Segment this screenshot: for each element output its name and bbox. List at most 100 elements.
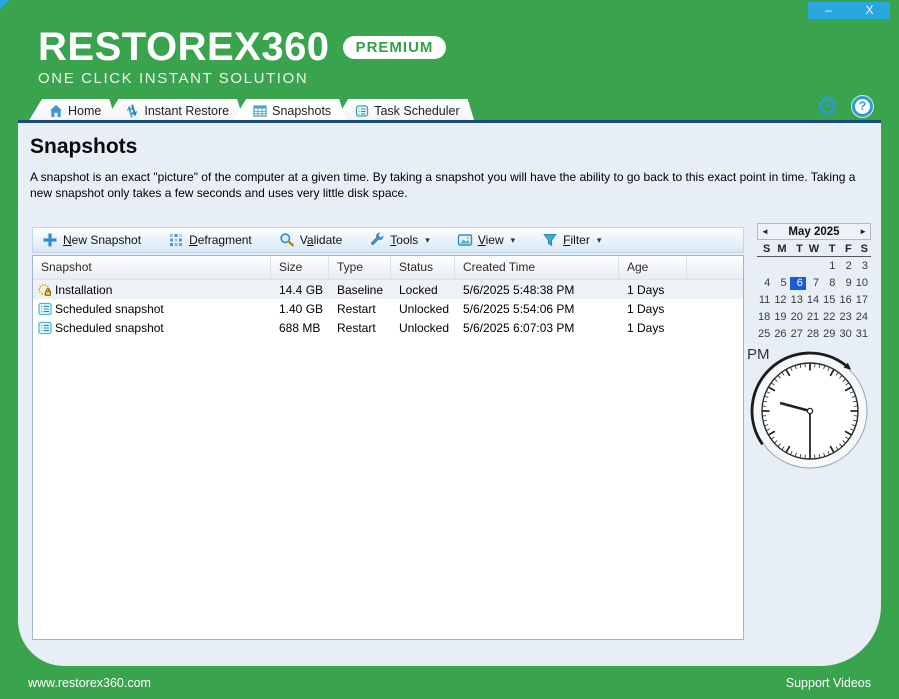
snapshot-name: Scheduled snapshot — [55, 321, 164, 335]
calendar-day-7[interactable]: 7 — [806, 277, 822, 290]
tab-snapshots[interactable]: Snapshots — [232, 99, 346, 122]
close-button[interactable]: X — [849, 2, 890, 19]
calendar-day-8[interactable]: 8 — [822, 277, 838, 290]
calendar-day-16[interactable]: 16 — [838, 294, 854, 307]
calendar-day-26[interactable]: 26 — [773, 328, 789, 341]
column-header-status[interactable]: Status — [391, 256, 455, 279]
tools-button[interactable]: Tools▾ — [369, 232, 430, 248]
filter-button[interactable]: Filter▾ — [542, 232, 601, 248]
website-link[interactable]: www.restorex360.com — [28, 676, 151, 690]
table-row[interactable]: Scheduled snapshot1.40 GBRestartUnlocked… — [33, 299, 743, 318]
snapshot-created-time: 5/6/2025 5:54:06 PM — [455, 302, 619, 316]
calendar-prev-button[interactable]: ◄ — [761, 227, 769, 236]
calendar-day-19[interactable]: 19 — [773, 311, 789, 324]
calendar-day-2[interactable]: 2 — [838, 260, 854, 273]
premium-badge: PREMIUM — [343, 36, 447, 59]
calendar-header: ◄ May 2025 ► — [757, 223, 871, 240]
calendar-day-12[interactable]: 12 — [773, 294, 789, 307]
calendar-day-10[interactable]: 10 — [855, 277, 871, 290]
snapshot-age: 1 Days — [619, 321, 687, 335]
filter-icon — [542, 232, 558, 248]
defragment-button[interactable]: Defragment — [168, 232, 252, 248]
calendar-day-28[interactable]: 28 — [806, 328, 822, 341]
table-header: SnapshotSizeTypeStatusCreated TimeAge — [33, 256, 743, 280]
defragment-icon — [168, 232, 184, 248]
snapshots-icon — [253, 104, 267, 118]
chevron-down-icon: ▾ — [425, 235, 430, 246]
calendar-day-17[interactable]: 17 — [855, 294, 871, 307]
snapshot-status: Locked — [391, 283, 455, 297]
calendar-day-18[interactable]: 18 — [757, 311, 773, 324]
calendar-day-31[interactable]: 31 — [855, 328, 871, 341]
weekday-label: W — [806, 243, 822, 255]
home-icon — [49, 104, 63, 118]
calendar-weekdays: SMTWTFS — [757, 243, 871, 257]
calendar-day-23[interactable]: 23 — [838, 311, 854, 324]
chevron-down-icon: ▾ — [511, 235, 516, 246]
calendar-day-6[interactable]: 6 — [790, 277, 806, 290]
column-header-snapshot[interactable]: Snapshot — [33, 256, 271, 279]
snapshot-type: Baseline — [329, 283, 391, 297]
calendar-day-4[interactable]: 4 — [757, 277, 773, 290]
tab-home[interactable]: Home — [28, 99, 116, 122]
column-header-created-time[interactable]: Created Time — [455, 256, 619, 279]
calendar-day-20[interactable]: 20 — [790, 311, 806, 324]
calendar-day-empty — [790, 260, 806, 273]
calendar-day-27[interactable]: 27 — [790, 328, 806, 341]
snapshot-table: SnapshotSizeTypeStatusCreated TimeAge In… — [32, 255, 744, 640]
calendar-day-22[interactable]: 22 — [822, 311, 838, 324]
minimize-button[interactable]: – — [808, 2, 849, 19]
calendar-next-button[interactable]: ► — [859, 227, 867, 236]
clock-center-cap — [807, 408, 812, 413]
table-row[interactable]: Installation14.4 GBBaselineLocked5/6/202… — [33, 280, 743, 299]
calendar-day-15[interactable]: 15 — [822, 294, 838, 307]
calendar-day-24[interactable]: 24 — [855, 311, 871, 324]
calendar-day-14[interactable]: 14 — [806, 294, 822, 307]
snapshot-type: Restart — [329, 302, 391, 316]
support-videos-link[interactable]: Support Videos — [786, 676, 871, 690]
new-snapshot-button[interactable]: New Snapshot — [42, 232, 141, 248]
column-header-size[interactable]: Size — [271, 256, 329, 279]
validate-button[interactable]: Validate — [279, 232, 343, 248]
tab-instant-restore[interactable]: Instant Restore — [104, 99, 244, 122]
weekday-label: F — [838, 243, 854, 255]
calendar-day-29[interactable]: 29 — [822, 328, 838, 341]
gear-icon[interactable]: ⚙ — [816, 94, 839, 118]
plus-icon — [42, 232, 58, 248]
titlebar-buttons: – X — [808, 2, 890, 19]
window-corner-accent — [0, 0, 9, 9]
page-title: Snapshots — [30, 135, 137, 159]
snapshot-type: Restart — [329, 321, 391, 335]
calendar-day-11[interactable]: 11 — [757, 294, 773, 307]
toolbar: New Snapshot Defragment Validate Tools▾ View… — [32, 227, 744, 253]
column-header-age[interactable]: Age — [619, 256, 687, 279]
tab-bar: HomeInstant Restore SnapshotsTask Schedul… — [28, 99, 475, 122]
tab-task-scheduler[interactable]: Task Scheduler — [334, 99, 474, 122]
calendar-day-1[interactable]: 1 — [822, 260, 838, 273]
instant-restore-icon — [125, 104, 139, 118]
column-header-blank[interactable] — [687, 256, 743, 279]
help-icon[interactable]: ? — [852, 96, 873, 117]
calendar-day-25[interactable]: 25 — [757, 328, 773, 341]
snapshot-name: Scheduled snapshot — [55, 302, 164, 316]
meridiem-label: PM — [747, 346, 770, 363]
table-row[interactable]: Scheduled snapshot688 MBRestartUnlocked5… — [33, 318, 743, 337]
calendar-day-3[interactable]: 3 — [855, 260, 871, 273]
calendar-day-21[interactable]: 21 — [806, 311, 822, 324]
calendar-day-5[interactable]: 5 — [773, 277, 789, 290]
view-button[interactable]: View▾ — [457, 232, 515, 248]
calendar-day-30[interactable]: 30 — [838, 328, 854, 341]
calendar-grid: 1234567891011121314151617181920212223242… — [757, 260, 871, 341]
weekday-label: T — [822, 243, 838, 255]
scheduled-snapshot-icon — [38, 302, 52, 316]
tab-label: Snapshots — [272, 104, 331, 118]
brand-name: RESTOREX360 — [38, 27, 330, 67]
calendar-day-13[interactable]: 13 — [790, 294, 806, 307]
chevron-down-icon: ▾ — [597, 235, 602, 246]
snapshot-created-time: 5/6/2025 6:07:03 PM — [455, 321, 619, 335]
tab-label: Home — [68, 104, 101, 118]
snapshot-age: 1 Days — [619, 302, 687, 316]
view-icon — [457, 232, 473, 248]
calendar-day-9[interactable]: 9 — [838, 277, 854, 290]
column-header-type[interactable]: Type — [329, 256, 391, 279]
